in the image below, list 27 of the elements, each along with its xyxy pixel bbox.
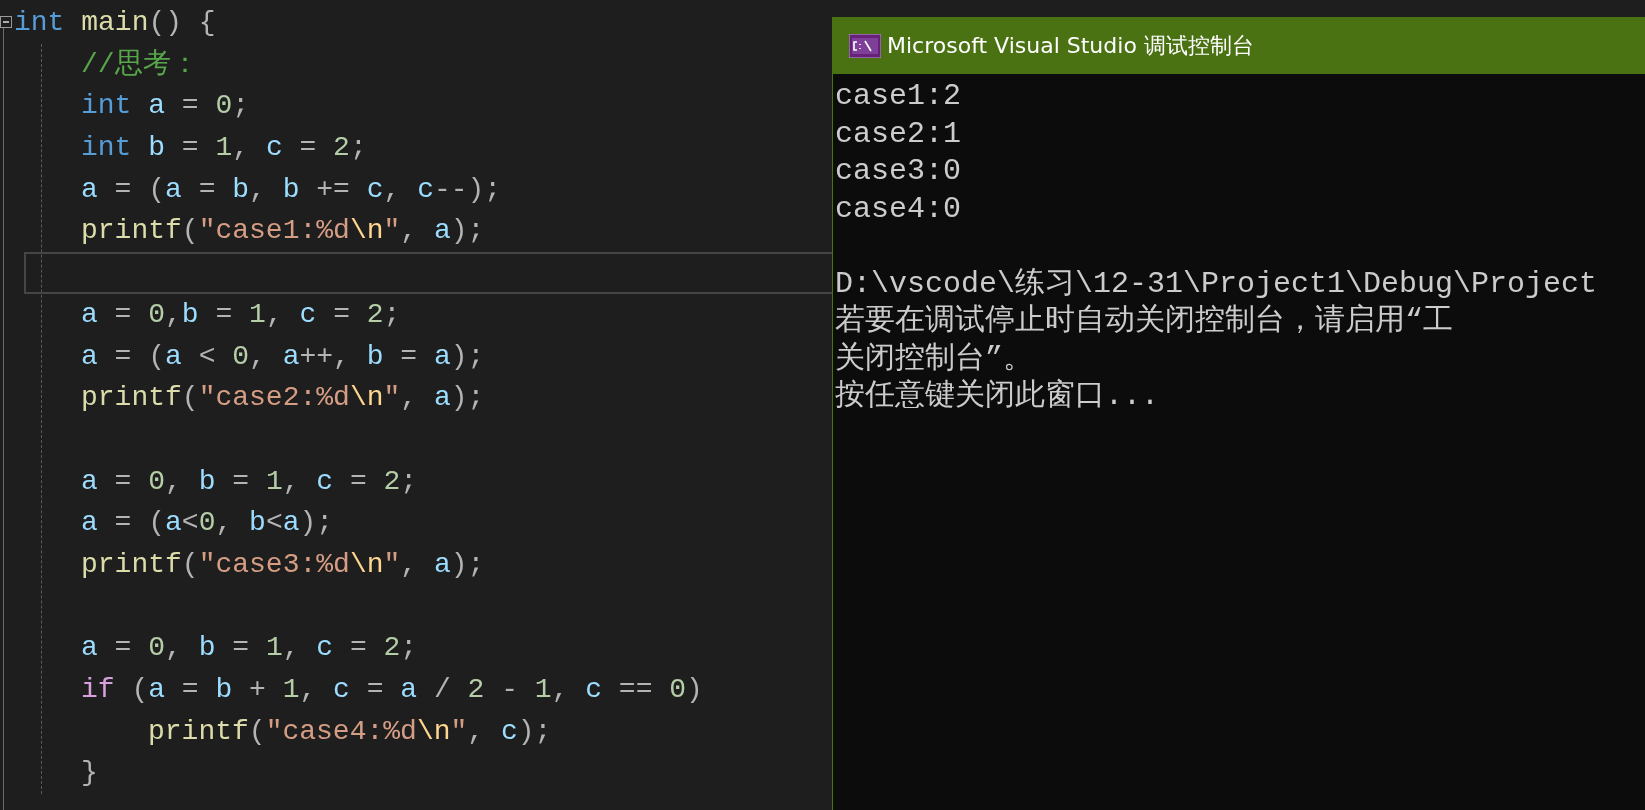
code-line: int main() { bbox=[14, 6, 216, 40]
code-line: //思考： bbox=[81, 47, 199, 82]
code-line: a = 0, b = 1, c = 2; bbox=[81, 631, 418, 666]
console-line: case1:2 bbox=[835, 78, 963, 115]
console-line: case3:0 bbox=[835, 153, 963, 190]
code-line: a = (a = b, b += c, c--); bbox=[81, 172, 502, 207]
collapse-icon[interactable] bbox=[0, 16, 12, 28]
code-line: a = 0, b = 1, c = 2; bbox=[81, 464, 418, 499]
code-line: if (a = b + 1, c = a / 2 - 1, c == 0) bbox=[81, 673, 703, 707]
console-line: 若要在调试停止时自动关闭控制台，请启用“工 bbox=[835, 303, 1454, 340]
code-line: a = (a<0, b<a); bbox=[81, 506, 334, 541]
code-line: } bbox=[81, 756, 98, 791]
code-line: printf("case4:%d\n", c); bbox=[148, 714, 552, 749]
code-line: int b = 1, c = 2; bbox=[81, 131, 367, 166]
code-line: a = (a < 0, a++, b = a); bbox=[81, 339, 485, 374]
console-icon bbox=[849, 33, 881, 58]
code-line: a = 0,b = 1, c = 2; bbox=[81, 297, 401, 332]
code-line: printf("case1:%d\n", a); bbox=[81, 214, 485, 249]
console-line: case4:0 bbox=[835, 190, 963, 228]
code-line: printf("case3:%d\n", a); bbox=[81, 547, 485, 582]
console-line: case2:1 bbox=[835, 115, 963, 153]
console-line: 关闭控制台”。 bbox=[835, 340, 1034, 378]
console-line: D:\vscode\练习\12-31\Project1\Debug\Project bbox=[835, 265, 1599, 303]
console-line: 按任意键关闭此窗口... bbox=[835, 378, 1160, 415]
code-line: printf("case2:%d\n", a); bbox=[81, 381, 485, 416]
code-line: int a = 0; bbox=[81, 89, 250, 124]
window-title: Microsoft Visual Studio 调试控制台 bbox=[887, 32, 1254, 60]
